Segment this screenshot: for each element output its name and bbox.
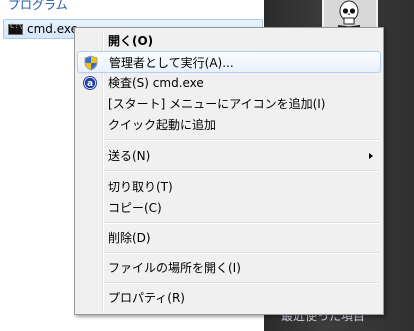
- submenu-arrow-icon: [369, 153, 373, 159]
- menu-separator: [104, 139, 380, 141]
- menu-item-pin-start-menu-label: [スタート] メニューにアイコンを追加(I): [108, 97, 326, 111]
- menu-item-add-quick-launch[interactable]: クイック起動に追加: [77, 114, 381, 136]
- menu-item-open-label: 開く(O): [108, 34, 154, 48]
- menu-separator: [104, 282, 380, 284]
- menu-item-send-to[interactable]: 送る(N): [77, 145, 381, 167]
- menu-item-delete[interactable]: 削除(D): [77, 227, 381, 249]
- menu-separator: [104, 252, 380, 254]
- uac-shield-icon: [84, 55, 98, 71]
- menu-item-scan-label: 検査(S) cmd.exe: [108, 76, 204, 90]
- context-menu: 開く(O) 管理者として実行(A)... a 検査(S) cmd.exe [スタ…: [74, 27, 384, 315]
- menu-item-pin-start-menu[interactable]: [スタート] メニューにアイコンを追加(I): [77, 93, 381, 115]
- menu-item-delete-label: 削除(D): [108, 231, 151, 245]
- menu-item-open-file-location-label: ファイルの場所を開く(I): [108, 261, 241, 275]
- menu-item-cut[interactable]: 切り取り(T): [77, 176, 381, 198]
- menu-item-cut-label: 切り取り(T): [108, 180, 173, 194]
- antivirus-scan-icon: a: [83, 76, 97, 90]
- menu-item-open-file-location[interactable]: ファイルの場所を開く(I): [77, 257, 381, 279]
- menu-item-run-as-admin[interactable]: 管理者として実行(A)...: [77, 51, 381, 73]
- menu-item-properties-label: プロパティ(R): [108, 291, 185, 305]
- menu-separator: [104, 222, 380, 224]
- menu-item-copy[interactable]: コピー(C): [77, 197, 381, 219]
- menu-separator: [104, 170, 380, 172]
- search-result-label: cmd.exe: [27, 22, 79, 36]
- cmd-icon: [8, 22, 23, 35]
- menu-item-copy-label: コピー(C): [108, 201, 162, 215]
- menu-item-open[interactable]: 開く(O): [77, 30, 381, 52]
- svg-text:a: a: [87, 79, 93, 89]
- menu-item-run-as-admin-label: 管理者として実行(A)...: [109, 56, 234, 70]
- menu-item-send-to-label: 送る(N): [108, 149, 151, 163]
- programs-heading: プログラム: [8, 0, 68, 12]
- menu-item-scan[interactable]: a 検査(S) cmd.exe: [77, 72, 381, 94]
- menu-item-properties[interactable]: プロパティ(R): [77, 287, 381, 309]
- skull-avatar-icon: [337, 0, 361, 30]
- menu-item-add-quick-launch-label: クイック起動に追加: [108, 118, 217, 132]
